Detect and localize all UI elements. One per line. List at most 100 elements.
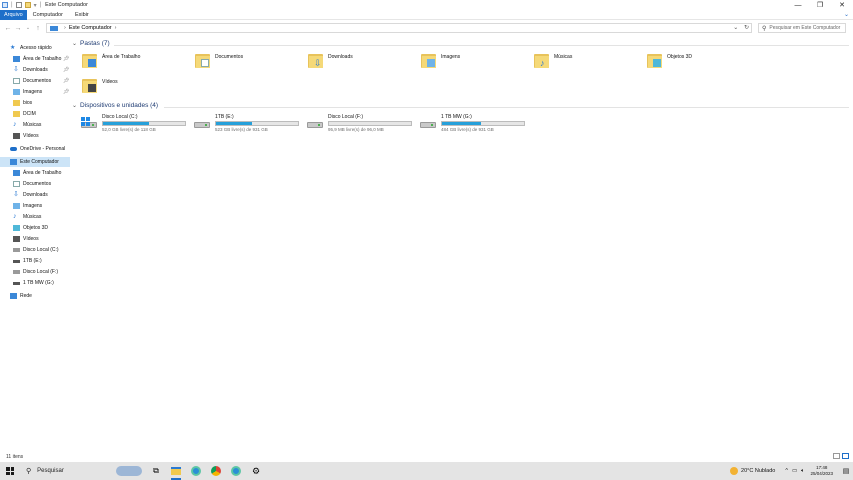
edge-icon[interactable] (186, 462, 206, 480)
sidebar-item-network[interactable]: Rede (10, 291, 70, 301)
tray-overflow-icon[interactable]: ^ (785, 468, 788, 474)
sidebar-item-downloads[interactable]: ⇩ Downloads 📌︎ (13, 65, 70, 75)
sidebar-item-drive-e[interactable]: 1TB (E:) (13, 256, 70, 266)
breadcrumb-separator[interactable]: › (64, 25, 66, 31)
weather-widget[interactable]: 20°C Nublado (730, 467, 775, 475)
sidebar-item-pc-3d-objects[interactable]: Objetos 3D (13, 223, 70, 233)
star-icon: ★ (10, 45, 16, 51)
new-folder-icon[interactable] (24, 2, 31, 8)
cloudy-weather-icon (730, 467, 739, 475)
up-button[interactable]: ↑ (33, 25, 43, 32)
windows-drive-icon (80, 117, 98, 131)
sidebar-item-pc-images[interactable]: Imagens (13, 201, 70, 211)
file-explorer-icon[interactable] (166, 462, 186, 480)
pin-icon[interactable]: 📌︎ (63, 67, 69, 73)
sidebar-item-bios[interactable]: bios (13, 98, 70, 108)
drive-e[interactable]: 1TB (E:) 523 GB livre(s) de 931 GB (193, 114, 305, 136)
sidebar-item-onedrive[interactable]: OneDrive - Personal (10, 144, 70, 154)
maximize-button[interactable]: ❐ (809, 0, 831, 10)
cortana-widget-icon[interactable] (112, 462, 146, 480)
sidebar-item-images[interactable]: Imagens 📌︎ (13, 87, 70, 97)
forward-button[interactable]: → (13, 25, 23, 32)
address-bar[interactable]: › Este Computador › ⌄ ↻ (46, 23, 752, 33)
sidebar-item-pc-downloads[interactable]: ⇩ Downloads (13, 190, 70, 200)
sidebar-item-pc-desktop[interactable]: Área de Trabalho (13, 168, 70, 178)
tab-computer[interactable]: Computador (27, 10, 69, 20)
large-icons-view-icon[interactable] (842, 453, 849, 459)
drive-free-space: 52,0 GB livre(s) de 118 GB (102, 127, 156, 132)
folders-group-header[interactable]: ⌄ Pastas (7) (72, 40, 110, 47)
sidebar-item-quick-access[interactable]: ★ Acesso rápido (10, 43, 80, 53)
view-buttons (833, 453, 849, 459)
properties-icon[interactable] (15, 2, 22, 8)
image-icon (13, 89, 20, 95)
volume-icon[interactable]: 🔈︎ (801, 468, 804, 475)
folder-desktop[interactable]: Área de Trabalho (82, 52, 140, 76)
sidebar-item-desktop[interactable]: Área de Trabalho 📌︎ (13, 54, 70, 64)
folder-3d-objects[interactable]: Objetos 3D (647, 52, 692, 76)
pin-icon[interactable]: 📌︎ (63, 89, 69, 95)
sidebar-item-videos[interactable]: Vídeos (13, 131, 70, 141)
drive-f[interactable]: Disco Local (F:) 95,9 MB livre(s) de 96,… (306, 114, 418, 136)
drive-free-space: 523 GB livre(s) de 931 GB (215, 127, 268, 132)
recent-locations-icon[interactable]: ⌄ (23, 25, 33, 31)
tab-file[interactable]: Arquivo (0, 9, 27, 20)
sidebar-item-drive-f[interactable]: Disco Local (F:) (13, 267, 70, 277)
status-bar: 11 itens (0, 452, 853, 462)
folder-icon (82, 52, 98, 68)
customize-quick-access-icon[interactable]: ▾ (34, 2, 37, 9)
edge-icon[interactable] (226, 462, 246, 480)
search-box[interactable]: ⚲ Pesquisar em Este Computador (758, 23, 846, 33)
sidebar-item-music[interactable]: ♪ Músicas (13, 120, 70, 130)
folder-documents[interactable]: Documentos (195, 52, 243, 76)
folder-icon (195, 52, 211, 68)
back-button[interactable]: ← (3, 25, 13, 32)
settings-icon[interactable]: ⚙ (246, 462, 266, 480)
sidebar-item-drive-c[interactable]: Disco Local (C:) (13, 245, 70, 255)
sidebar-item-this-pc[interactable]: Este Computador (0, 157, 70, 167)
folder-downloads[interactable]: ⇩ Downloads (308, 52, 353, 76)
folder-music[interactable]: ♪ Músicas (534, 52, 572, 76)
search-icon: ⚲ (762, 25, 767, 32)
pin-icon[interactable]: 📌︎ (63, 78, 69, 84)
document-icon (13, 181, 20, 187)
chrome-icon[interactable] (206, 462, 226, 480)
clock[interactable]: 17:48 25/04/2023 (810, 465, 833, 477)
breadcrumb-this-pc[interactable]: Este Computador (69, 25, 112, 31)
sidebar-item-pc-videos[interactable]: Vídeos (13, 234, 70, 244)
breadcrumb-separator[interactable]: › (115, 25, 117, 31)
sidebar-item-drive-g[interactable]: 1 TB MW (G:) (13, 278, 70, 288)
sidebar-item-pc-music[interactable]: ♪ Músicas (13, 212, 70, 222)
notification-icon[interactable]: ▤ (839, 462, 853, 480)
start-button[interactable] (0, 462, 20, 480)
drive-c[interactable]: Disco Local (C:) 52,0 GB livre(s) de 118… (80, 114, 192, 136)
close-button[interactable]: ✕ (831, 0, 853, 10)
details-view-icon[interactable] (833, 453, 840, 459)
tab-view[interactable]: Exibir (69, 10, 95, 20)
refresh-icon[interactable]: ↻ (744, 25, 749, 31)
clock-date: 25/04/2023 (810, 471, 833, 476)
address-dropdown-icon[interactable]: ⌄ (733, 25, 738, 31)
drive-name: 1TB (E:) (215, 114, 234, 120)
download-icon: ⇩ (13, 66, 19, 73)
sidebar-item-pc-documents[interactable]: Documentos (13, 179, 70, 189)
drive-icon (13, 270, 20, 274)
drive-g[interactable]: 1 TB MW (G:) 484 GB livre(s) de 931 GB (419, 114, 531, 136)
sidebar-item-dcim[interactable]: DCIM (13, 109, 70, 119)
sidebar-item-documents[interactable]: Documentos 📌︎ (13, 76, 70, 86)
pin-icon[interactable]: 📌︎ (63, 56, 69, 62)
collapse-chevron-icon[interactable]: ⌄ (72, 40, 77, 47)
computer-icon (10, 159, 17, 165)
task-view-icon[interactable]: ⧉ (146, 462, 166, 480)
expand-ribbon-icon[interactable]: ⌄ (844, 11, 849, 18)
taskbar-search[interactable]: ⚲ Pesquisar (20, 462, 112, 480)
cloud-icon (10, 147, 17, 151)
group-divider (114, 45, 849, 46)
minimize-button[interactable]: — (787, 0, 809, 10)
drive-usage-bar (215, 121, 299, 126)
drives-group-header[interactable]: ⌄ Dispositivos e unidades (4) (72, 102, 158, 109)
folder-videos[interactable]: Vídeos (82, 77, 118, 101)
folder-images[interactable]: Imagens (421, 52, 460, 76)
network-tray-icon[interactable]: ▭ (792, 468, 797, 474)
collapse-chevron-icon[interactable]: ⌄ (72, 102, 77, 109)
